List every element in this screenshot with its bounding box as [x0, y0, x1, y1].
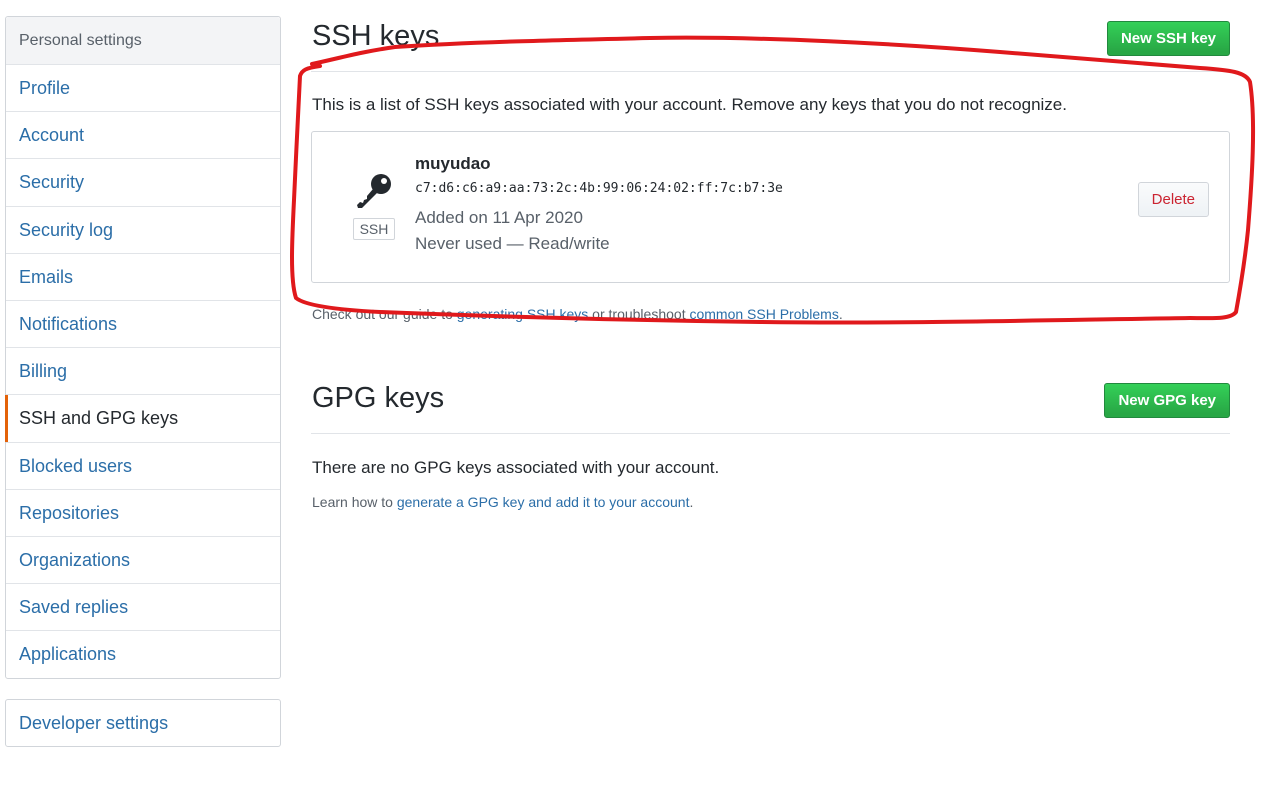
- gpg-note-prefix: Learn how to: [312, 494, 397, 510]
- sidebar-item-repositories[interactable]: Repositories: [6, 490, 280, 537]
- settings-sidebar: Personal settings Profile Account Securi…: [5, 16, 281, 748]
- delete-key-button[interactable]: Delete: [1137, 182, 1209, 217]
- sidebar-item-applications[interactable]: Applications: [6, 631, 280, 678]
- sidebar-item-developer-settings[interactable]: Developer settings: [6, 700, 280, 746]
- gpg-note-suffix: .: [689, 494, 694, 510]
- sidebar-item-profile[interactable]: Profile: [6, 65, 280, 113]
- menu-heading: Personal settings: [6, 17, 280, 65]
- gpg-empty-text: There are no GPG keys associated with yo…: [312, 458, 720, 477]
- gpg-keys-title: GPG keys: [312, 382, 445, 414]
- ssh-note-prefix: Check out our guide to: [312, 306, 457, 322]
- ssh-keys-section: SSH keys New SSH key This is a list of S…: [311, 16, 1230, 322]
- sidebar-item-blocked-users[interactable]: Blocked users: [6, 443, 280, 490]
- key-added-date: Added on 11 Apr 2020: [415, 208, 583, 227]
- key-usage: Never used — Read/write: [415, 234, 610, 253]
- ssh-key-list-item: SSH muyudao c7:d6:c6:a9:aa:73:2c:4b:99:0…: [311, 131, 1230, 283]
- developer-settings-menu: Developer settings: [5, 699, 281, 748]
- sidebar-item-emails[interactable]: Emails: [6, 254, 280, 301]
- sidebar-item-security-log[interactable]: Security log: [6, 207, 280, 254]
- sidebar-item-security[interactable]: Security: [6, 159, 280, 207]
- gpg-help-note: Learn how to generate a GPG key and add …: [312, 494, 1230, 510]
- key-fingerprint: c7:d6:c6:a9:aa:73:2c:4b:99:06:24:02:ff:7…: [415, 181, 783, 196]
- ssh-note-middle: or troubleshoot: [588, 306, 690, 322]
- sidebar-item-account[interactable]: Account: [6, 112, 280, 160]
- personal-settings-menu: Personal settings Profile Account Securi…: [5, 16, 281, 680]
- new-ssh-key-button[interactable]: New SSH key: [1106, 21, 1230, 56]
- key-details: muyudao c7:d6:c6:a9:aa:73:2c:4b:99:06:24…: [415, 154, 783, 257]
- key-icon: [354, 172, 394, 212]
- generating-ssh-keys-link[interactable]: generating SSH keys: [457, 306, 589, 322]
- common-ssh-problems-link[interactable]: common SSH Problems: [689, 306, 838, 322]
- ssh-keys-title: SSH keys: [312, 20, 440, 52]
- sidebar-item-ssh-gpg-keys[interactable]: SSH and GPG keys: [5, 395, 280, 443]
- sidebar-item-organizations[interactable]: Organizations: [6, 537, 280, 585]
- ssh-help-note: Check out our guide to generating SSH ke…: [312, 306, 1230, 322]
- key-title: muyudao: [415, 154, 491, 173]
- generate-gpg-key-link[interactable]: generate a GPG key and add it to your ac…: [397, 494, 690, 510]
- sidebar-item-notifications[interactable]: Notifications: [6, 301, 280, 349]
- main-content: SSH keys New SSH key This is a list of S…: [311, 16, 1230, 510]
- sidebar-item-billing[interactable]: Billing: [6, 348, 280, 396]
- new-gpg-key-button[interactable]: New GPG key: [1104, 383, 1230, 418]
- ssh-type-label: SSH: [353, 218, 395, 240]
- ssh-note-suffix: .: [838, 306, 843, 322]
- gpg-subhead: GPG keys New GPG key: [311, 378, 1230, 434]
- gpg-keys-section: GPG keys New GPG key There are no GPG ke…: [311, 378, 1230, 510]
- sidebar-item-saved-replies[interactable]: Saved replies: [6, 584, 280, 632]
- ssh-intro-text: This is a list of SSH keys associated wi…: [312, 95, 1067, 114]
- ssh-subhead: SSH keys New SSH key: [311, 16, 1230, 72]
